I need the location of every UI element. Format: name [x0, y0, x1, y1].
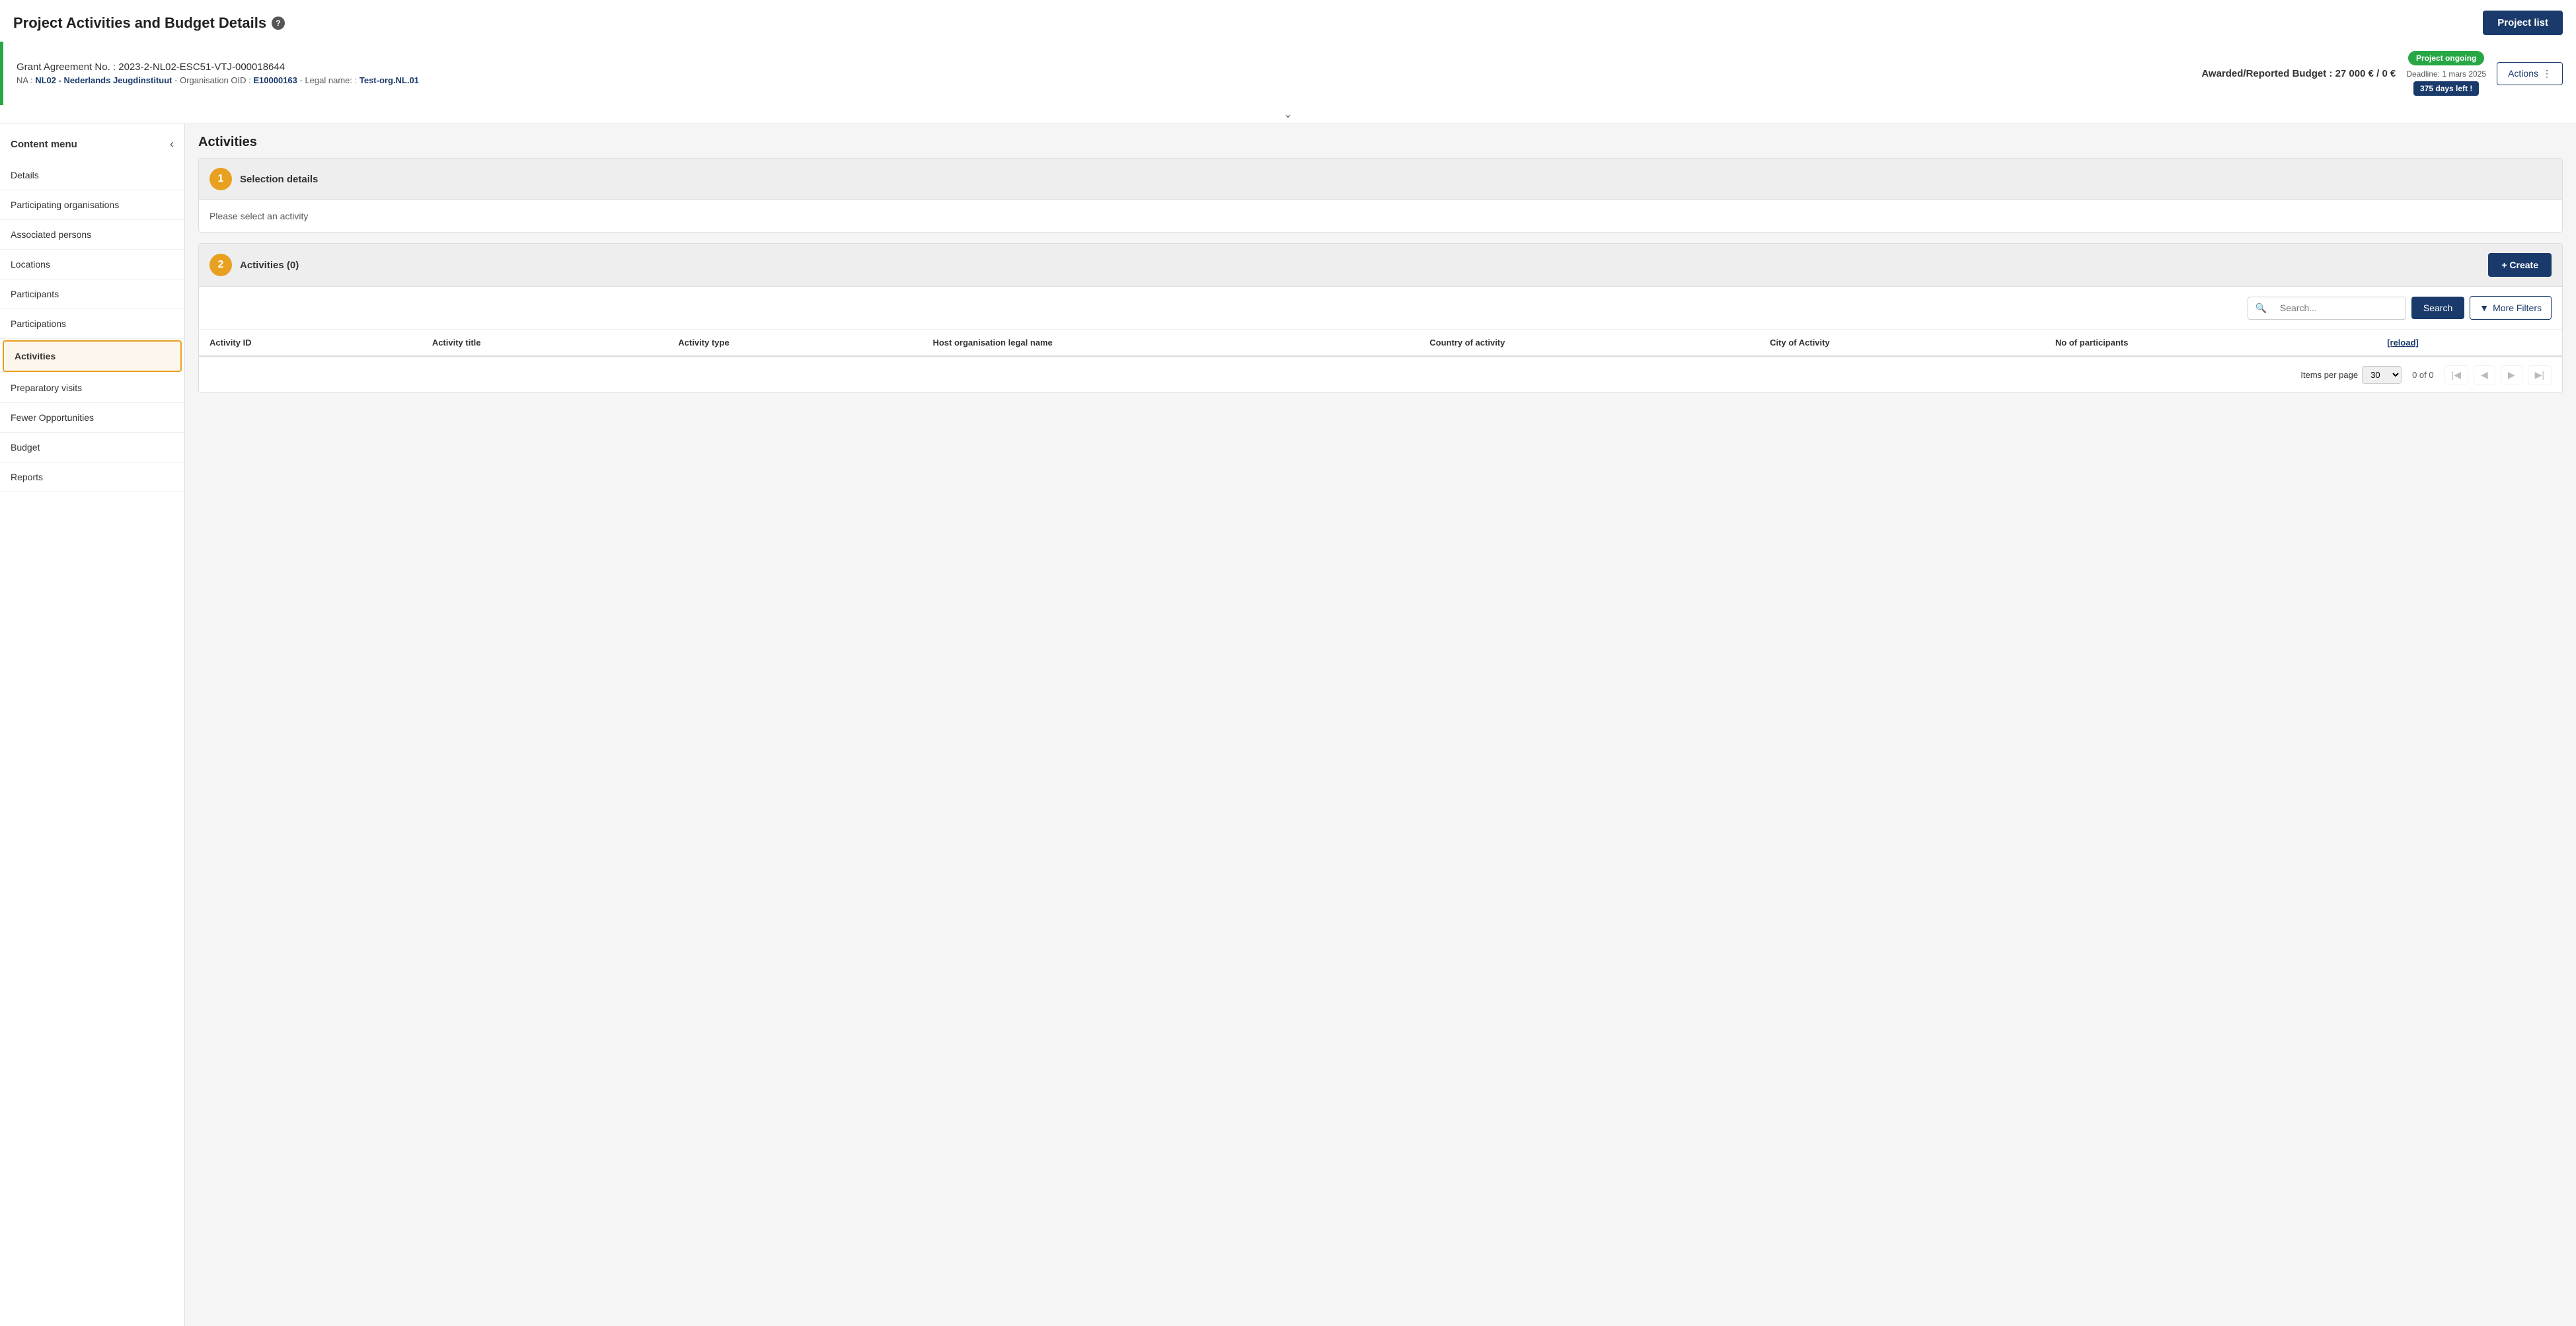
col-city: City of Activity [1759, 330, 2045, 356]
step-1-badge: 1 [209, 168, 232, 190]
activities-section-title: Activities [198, 135, 2563, 150]
activities-table-wrap: Activity ID Activity title Activity type… [199, 330, 2562, 357]
info-icon[interactable]: ? [272, 17, 285, 30]
sidebar-item-activities[interactable]: Activities [3, 340, 182, 372]
grant-number: Grant Agreement No. : 2023-2-NL02-ESC51-… [17, 61, 419, 73]
col-reload[interactable]: [reload] [2376, 330, 2562, 356]
per-page-select[interactable]: 30 50 100 [2362, 366, 2402, 384]
col-activity-id: Activity ID [199, 330, 422, 356]
sidebar-header: Content menu ‹ [0, 131, 184, 161]
col-activity-title: Activity title [422, 330, 667, 356]
prev-page-button[interactable]: ◀ [2474, 365, 2495, 385]
activities-header-left: 2 Activities (0) [209, 254, 299, 276]
collapse-icon: ⌄ [1283, 109, 1292, 120]
actions-button[interactable]: Actions ⋮ [2497, 62, 2563, 85]
days-left-badge: 375 days left ! [2413, 81, 2479, 96]
deadline-text: Deadline: 1 mars 2025 [2406, 69, 2486, 79]
activities-block: 2 Activities (0) + Create 🔍 Search ▼ Mor… [198, 243, 2563, 393]
more-filters-button[interactable]: ▼ More Filters [2470, 296, 2552, 320]
last-page-button[interactable]: ▶| [2528, 365, 2552, 385]
reload-link[interactable]: [reload] [2387, 338, 2419, 348]
table-header-row: Activity ID Activity title Activity type… [199, 330, 2562, 356]
grant-info-right: Awarded/Reported Budget : 27 000 € / 0 €… [2201, 51, 2563, 96]
sidebar-item-details[interactable]: Details [0, 161, 184, 190]
title-text: Project Activities and Budget Details [13, 15, 266, 32]
search-bar: 🔍 Search ▼ More Filters [199, 287, 2562, 330]
table-head: Activity ID Activity title Activity type… [199, 330, 2562, 356]
create-activity-button[interactable]: + Create [2488, 253, 2552, 277]
items-per-page: Items per page 30 50 100 [2300, 366, 2402, 384]
next-page-button[interactable]: ▶ [2501, 365, 2522, 385]
step-2-badge: 2 [209, 254, 232, 276]
search-input[interactable] [2273, 297, 2406, 318]
search-button[interactable]: Search [2411, 297, 2464, 319]
main-content: Activities 1 Selection details Please se… [185, 124, 2576, 1326]
grant-na-info: NA : NL02 - Nederlands Jeugdinstituut - … [17, 75, 419, 85]
project-list-button[interactable]: Project list [2483, 11, 2563, 35]
sidebar-item-locations[interactable]: Locations [0, 250, 184, 279]
collapse-bar[interactable]: ⌄ [0, 105, 2576, 124]
sidebar-item-participations[interactable]: Participations [0, 309, 184, 339]
page-title: Project Activities and Budget Details ? [13, 15, 285, 32]
sidebar-item-reports[interactable]: Reports [0, 462, 184, 492]
sidebar-item-preparatory-visits[interactable]: Preparatory visits [0, 373, 184, 403]
sidebar-nav: DetailsParticipating organisationsAssoci… [0, 161, 184, 492]
page-info: 0 of 0 [2412, 370, 2434, 380]
col-activity-type: Activity type [667, 330, 922, 356]
sidebar: Content menu ‹ DetailsParticipating orga… [0, 124, 185, 1326]
activities-block-header: 2 Activities (0) + Create [199, 244, 2562, 287]
selection-details-body: Please select an activity [199, 200, 2562, 232]
selection-details-header: 1 Selection details [199, 159, 2562, 200]
filter-icon: ▼ [2480, 303, 2489, 313]
main-layout: Content menu ‹ DetailsParticipating orga… [0, 124, 2576, 1326]
first-page-button[interactable]: |◀ [2444, 365, 2468, 385]
awarded-budget: Awarded/Reported Budget : 27 000 € / 0 € [2201, 68, 2396, 79]
sidebar-item-associated-persons[interactable]: Associated persons [0, 220, 184, 250]
grant-bar: Grant Agreement No. : 2023-2-NL02-ESC51-… [0, 42, 2576, 105]
grant-info-left: Grant Agreement No. : 2023-2-NL02-ESC51-… [17, 61, 419, 85]
col-country: Country of activity [1419, 330, 1759, 356]
activities-count-title: Activities (0) [240, 260, 299, 271]
sidebar-item-participants[interactable]: Participants [0, 279, 184, 309]
pagination: Items per page 30 50 100 0 of 0 |◀ ◀ ▶ ▶… [199, 357, 2562, 392]
selection-details-block: 1 Selection details Please select an act… [198, 158, 2563, 233]
sidebar-item-fewer-opportunities[interactable]: Fewer Opportunities [0, 403, 184, 433]
page-header: Project Activities and Budget Details ? … [0, 0, 2576, 42]
col-host-org: Host organisation legal name [922, 330, 1419, 356]
status-group: Project ongoing Deadline: 1 mars 2025 37… [2406, 51, 2486, 96]
search-icon: 🔍 [2248, 297, 2273, 319]
search-input-wrap: 🔍 [2248, 297, 2406, 320]
sidebar-item-budget[interactable]: Budget [0, 433, 184, 462]
activities-table: Activity ID Activity title Activity type… [199, 330, 2562, 357]
col-participants: No of participants [2045, 330, 2376, 356]
selection-details-title: Selection details [240, 174, 318, 185]
sidebar-close-icon[interactable]: ‹ [170, 137, 174, 151]
sidebar-title: Content menu [11, 139, 77, 150]
sidebar-item-participating-organisations[interactable]: Participating organisations [0, 190, 184, 220]
project-status-badge: Project ongoing [2408, 51, 2484, 65]
